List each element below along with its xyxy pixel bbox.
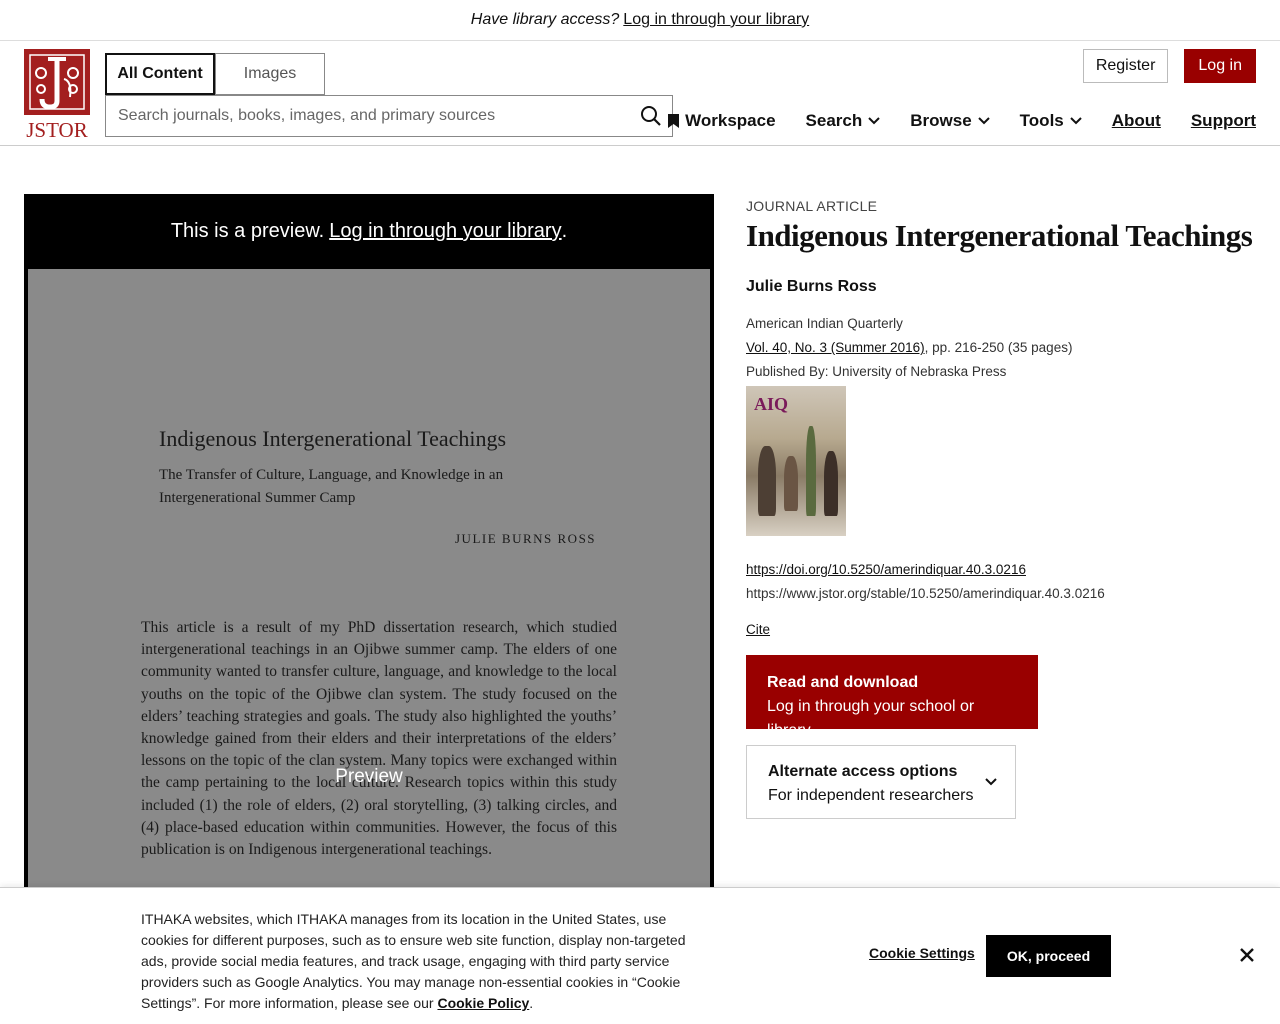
preview-label: Preview	[335, 766, 403, 787]
cover-title: AIQ	[754, 394, 789, 414]
preview-message-text: This is a preview.	[170, 220, 325, 242]
nav-search-label: Search	[805, 111, 863, 130]
stable-url: https://www.jstor.org/stable/10.5250/ame…	[746, 586, 1105, 601]
preview-message: This is a preview. Log in through your l…	[24, 194, 714, 269]
chevron-down-icon	[1070, 117, 1082, 125]
chevron-down-icon	[868, 117, 880, 125]
cite-container: Cite	[746, 622, 1266, 637]
nav-tools-label: Tools	[1019, 111, 1064, 130]
cookie-message: ITHAKA websites, which ITHAKA manages fr…	[141, 911, 686, 1011]
search-input[interactable]	[118, 107, 628, 125]
preview-page-author: JULIE BURNS ROSS	[455, 531, 597, 546]
preview-page-body: This article is a result of my PhD disse…	[141, 619, 617, 859]
preview-page-image: Indigenous Intergenerational Teachings T…	[28, 269, 710, 919]
register-button[interactable]: Register	[1082, 49, 1169, 83]
nav-browse-label: Browse	[910, 111, 972, 130]
preview-page-title: Indigenous Intergenerational Teachings	[159, 426, 507, 451]
search-scope-tabs: All Content Images	[105, 53, 325, 95]
preview-login-link[interactable]: Log in through your library	[329, 220, 561, 243]
close-icon[interactable]	[1239, 947, 1255, 963]
chevron-down-icon	[977, 117, 990, 125]
issue-link[interactable]: Vol. 40, No. 3 (Summer 2016)	[746, 340, 925, 355]
publisher: Published By: University of Nebraska Pre…	[746, 364, 1007, 379]
nav-tools[interactable]: Tools	[1020, 111, 1082, 131]
library-login-link[interactable]: Log in through your library	[623, 11, 809, 29]
page-range: , pp. 216-250 (35 pages)	[924, 340, 1073, 355]
alternate-access-button[interactable]: Alternate access options For independent…	[746, 745, 1016, 819]
read-button-subtitle: Log in through your school or library	[767, 698, 975, 739]
library-access-banner: Have library access? Log in through your…	[0, 0, 1280, 41]
cookie-settings-button[interactable]: Cookie Settings	[869, 945, 975, 961]
nav-about[interactable]: About	[1112, 111, 1161, 131]
article-preview: This is a preview. Log in through your l…	[24, 194, 714, 919]
search-box	[105, 95, 673, 137]
cookie-policy-link[interactable]: Cookie Policy	[437, 995, 529, 1011]
chevron-down-icon	[985, 778, 997, 786]
cookie-text: ITHAKA websites, which ITHAKA manages fr…	[141, 909, 711, 1014]
bookmark-icon	[668, 114, 680, 128]
login-button[interactable]: Log in	[1184, 49, 1256, 83]
cover-figure	[824, 451, 838, 516]
preview-message-period: .	[561, 220, 568, 242]
article-links: https://doi.org/10.5250/amerindiquar.40.…	[746, 558, 1266, 606]
journal-cover-image[interactable]: AIQ	[746, 386, 846, 536]
logo-text: JSTOR	[26, 118, 87, 139]
read-and-download-button[interactable]: Read and download Log in through your sc…	[746, 655, 1038, 739]
jstor-logo[interactable]: JSTOR	[24, 49, 90, 139]
nav-workspace-label: Workspace	[685, 111, 776, 130]
article-details: JOURNAL ARTICLE Indigenous Intergenerati…	[746, 194, 1266, 819]
alt-button-title: Alternate access options	[768, 763, 958, 780]
issue-line: Vol. 40, No. 3 (Summer 2016), pp. 216-25…	[746, 336, 1266, 360]
tab-all-content[interactable]: All Content	[105, 53, 215, 95]
nav-search[interactable]: Search	[806, 111, 881, 131]
cover-figure	[784, 456, 798, 511]
nav-support[interactable]: Support	[1191, 111, 1256, 131]
cover-figure	[758, 446, 776, 516]
doi-link[interactable]: https://doi.org/10.5250/amerindiquar.40.…	[746, 562, 1026, 577]
tab-images[interactable]: Images	[215, 53, 325, 95]
journal-name: American Indian Quarterly	[746, 316, 903, 331]
nav-browse[interactable]: Browse	[910, 111, 990, 131]
article-author[interactable]: Julie Burns Ross	[746, 278, 1266, 296]
article-meta: American Indian Quarterly Vol. 40, No. 3…	[746, 312, 1266, 384]
cover-figure	[806, 426, 816, 516]
content-type: JOURNAL ARTICLE	[746, 198, 878, 214]
alt-button-subtitle: For independent researchers	[768, 787, 974, 804]
preview-page-subtitle: The Transfer of Culture, Language, and K…	[159, 467, 504, 506]
cookie-banner: ITHAKA websites, which ITHAKA manages fr…	[0, 887, 1280, 1024]
article-title: Indigenous Intergenerational Teachings	[746, 218, 1253, 253]
cookie-ok-button[interactable]: OK, proceed	[986, 935, 1111, 977]
main-nav: Workspace Search Browse Tools About Supp…	[668, 111, 1256, 131]
cite-link[interactable]: Cite	[746, 622, 770, 637]
auth-buttons: Register Log in	[1082, 49, 1256, 83]
site-header: JSTOR All Content Images Register Log in…	[0, 41, 1280, 146]
cookie-period: .	[529, 995, 534, 1011]
read-button-title: Read and download	[767, 674, 919, 691]
search-icon[interactable]	[640, 105, 662, 127]
nav-workspace[interactable]: Workspace	[668, 111, 776, 131]
library-access-question: Have library access?	[470, 11, 620, 28]
